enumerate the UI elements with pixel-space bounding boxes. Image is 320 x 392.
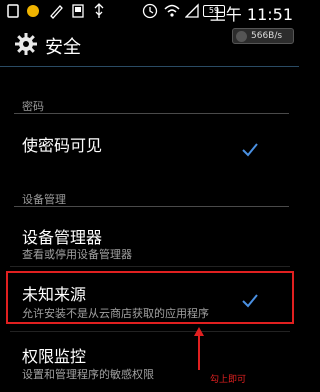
usb-icon xyxy=(92,3,106,23)
permission-monitor-subtitle: 设置和管理程序的敏感权限 xyxy=(22,368,154,381)
action-bar-divider xyxy=(0,66,299,67)
device-admins-title[interactable]: 设备管理器 xyxy=(22,224,102,248)
notification-icon xyxy=(70,3,86,23)
section-divider xyxy=(14,206,289,207)
arrow-icon xyxy=(193,326,205,374)
notification-icon xyxy=(48,3,64,23)
list-divider xyxy=(10,266,290,267)
unknown-sources-subtitle: 允许安装不是从云商店获取的应用程序 xyxy=(22,307,209,320)
notification-icon xyxy=(26,3,40,22)
network-speed-label: 566B/s xyxy=(251,31,283,41)
section-divider xyxy=(14,113,289,114)
wifi-icon xyxy=(163,3,181,23)
section-header-device-admin: 设备管理 xyxy=(22,193,66,206)
section-header-password: 密码 xyxy=(22,100,44,113)
gear-icon[interactable] xyxy=(14,32,38,60)
show-password-title[interactable]: 使密码可见 xyxy=(22,132,102,156)
device-admins-subtitle: 查看或停用设备管理器 xyxy=(22,248,132,261)
checkmark-icon[interactable] xyxy=(240,291,260,311)
clock-icon xyxy=(142,3,158,23)
signal-icon xyxy=(184,3,199,23)
network-speed-badge: 566B/s xyxy=(232,28,294,44)
status-bar: 59 上午 11:51 xyxy=(0,0,299,24)
list-divider xyxy=(10,331,290,332)
notification-icon xyxy=(6,3,20,22)
page-title: 安全 xyxy=(45,37,81,58)
annotation-text: 勾上即可 xyxy=(210,375,247,385)
unknown-sources-title[interactable]: 未知来源 xyxy=(22,281,86,305)
permission-monitor-title[interactable]: 权限监控 xyxy=(22,343,86,367)
checkmark-icon[interactable] xyxy=(240,140,260,160)
speed-icon xyxy=(236,31,247,42)
